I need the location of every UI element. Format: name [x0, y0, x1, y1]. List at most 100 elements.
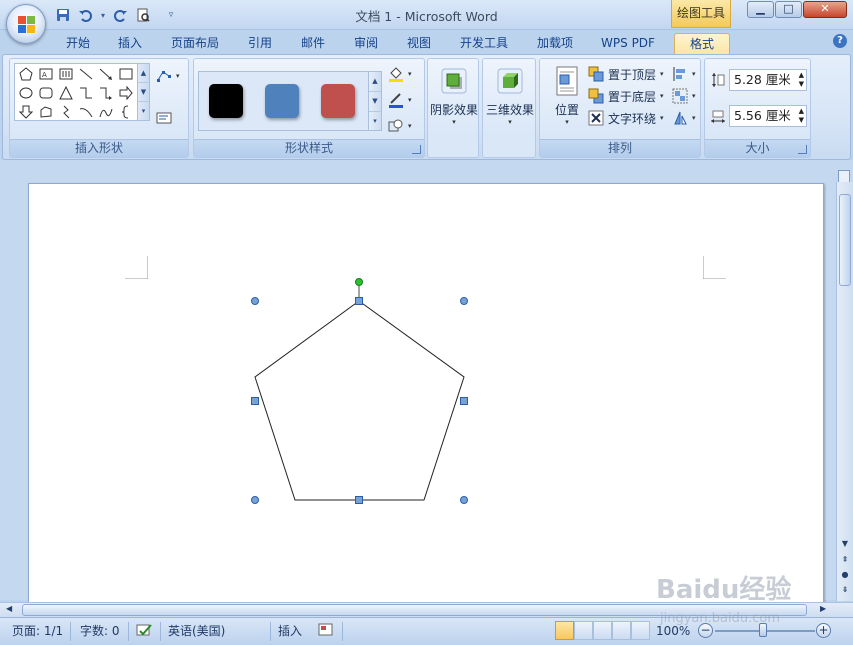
- change-shape-button[interactable]: ▾: [388, 117, 412, 135]
- side-handle-top[interactable]: [355, 297, 363, 305]
- text-wrapping-button[interactable]: 文字环绕 ▾: [588, 109, 664, 127]
- gallery-down-icon[interactable]: ▼: [138, 83, 149, 102]
- side-handle-left[interactable]: [251, 397, 259, 405]
- elbow-connector-icon[interactable]: [77, 84, 95, 102]
- svg-text:A: A: [42, 71, 47, 79]
- tab-developer[interactable]: 开发工具: [452, 33, 516, 54]
- close-button[interactable]: ✕: [803, 1, 847, 18]
- curve-shape-icon[interactable]: [77, 103, 95, 121]
- tab-review[interactable]: 审阅: [346, 33, 386, 54]
- scroll-down-arrow-icon[interactable]: ▼: [837, 539, 853, 548]
- corner-handle-top-right[interactable]: [460, 297, 468, 305]
- shape-height-input[interactable]: 5.28 厘米 ▲ ▼: [729, 69, 807, 91]
- freeform-shape-icon[interactable]: [37, 103, 55, 121]
- bring-to-front-button[interactable]: 置于顶层 ▾: [588, 65, 664, 83]
- side-handle-bottom[interactable]: [355, 496, 363, 504]
- shape-gallery[interactable]: A ▲ ▼ ▾: [14, 63, 150, 121]
- edit-shape-button[interactable]: ▾: [156, 67, 180, 85]
- style-down-icon[interactable]: ▼: [369, 92, 381, 112]
- corner-handle-bottom-right[interactable]: [460, 496, 468, 504]
- shape-width-input[interactable]: 5.56 厘米 ▲ ▼: [729, 105, 807, 127]
- scribble-shape-icon[interactable]: [97, 103, 115, 121]
- oval-shape-icon[interactable]: [17, 84, 35, 102]
- tab-insert[interactable]: 插入: [110, 33, 150, 54]
- pentagon-shape[interactable]: [254, 300, 465, 501]
- shape-styles-dialog-launcher[interactable]: [412, 145, 421, 154]
- style-gallery-scroll[interactable]: ▲ ▼ ▾: [368, 72, 381, 130]
- group-label-shape-styles: 形状样式: [194, 139, 424, 157]
- brace-shape-icon[interactable]: [117, 103, 135, 121]
- view-buttons: [555, 621, 650, 640]
- page-count-status[interactable]: 页面: 1/1: [12, 622, 63, 641]
- tab-view[interactable]: 视图: [399, 33, 439, 54]
- tab-page-layout[interactable]: 页面布局: [165, 33, 225, 54]
- minimize-button[interactable]: ▁: [747, 1, 774, 18]
- style-swatch-blue[interactable]: [265, 84, 299, 118]
- vertical-scrollbar[interactable]: ▼ ⇞ ● ⇟: [836, 182, 853, 601]
- help-icon[interactable]: ?: [833, 34, 847, 48]
- bring-to-front-icon: [588, 66, 604, 82]
- outline-view-icon[interactable]: [612, 621, 631, 640]
- rectangle-shape-icon[interactable]: [117, 65, 135, 83]
- style-up-icon[interactable]: ▲: [369, 72, 381, 92]
- corner-handle-bottom-left[interactable]: [251, 496, 259, 504]
- style-swatch-black[interactable]: [209, 84, 243, 118]
- pentagon-shape-icon[interactable]: [17, 65, 35, 83]
- full-screen-reading-view-icon[interactable]: [574, 621, 593, 640]
- macro-record-icon[interactable]: [318, 622, 333, 641]
- right-arrow-shape-icon[interactable]: [117, 84, 135, 102]
- height-spinner-icon[interactable]: ▲ ▼: [799, 71, 804, 89]
- triangle-shape-icon[interactable]: [57, 84, 75, 102]
- arrow-line-icon[interactable]: [97, 65, 115, 83]
- gallery-more-icon[interactable]: ▾: [138, 102, 149, 121]
- shape-style-gallery[interactable]: ▲ ▼ ▾: [198, 71, 382, 131]
- position-label: 位置: [554, 103, 579, 117]
- tab-mailings[interactable]: 邮件: [293, 33, 333, 54]
- print-layout-view-icon[interactable]: [555, 621, 574, 640]
- textbox-icon: [156, 110, 172, 126]
- rounded-rect-icon[interactable]: [37, 84, 55, 102]
- shape-fill-button[interactable]: ▾: [388, 65, 412, 83]
- style-swatch-red[interactable]: [321, 84, 355, 118]
- size-dialog-launcher[interactable]: [798, 145, 807, 154]
- lightning-shape-icon[interactable]: [57, 103, 75, 121]
- office-button[interactable]: [6, 4, 46, 44]
- shape-height-value: 5.28 厘米: [734, 72, 791, 87]
- group-objects-button[interactable]: ▾: [672, 87, 696, 105]
- proofing-status-icon[interactable]: [136, 622, 153, 641]
- text-box-button[interactable]: [156, 109, 172, 127]
- vertical-scroll-thumb[interactable]: [839, 194, 851, 286]
- web-layout-view-icon[interactable]: [593, 621, 612, 640]
- gallery-up-icon[interactable]: ▲: [138, 64, 149, 83]
- document-page[interactable]: [28, 183, 824, 623]
- previous-page-icon[interactable]: ⇞: [837, 555, 853, 564]
- width-spinner-icon[interactable]: ▲ ▼: [799, 107, 804, 125]
- vertical-textbox-icon[interactable]: [57, 65, 75, 83]
- style-more-icon[interactable]: ▾: [369, 112, 381, 132]
- tab-references[interactable]: 引用: [240, 33, 280, 54]
- shadow-effects-button[interactable]: 阴影效果 ▾: [429, 63, 479, 139]
- maximize-button[interactable]: □: [775, 1, 802, 18]
- corner-handle-top-left[interactable]: [251, 297, 259, 305]
- rotation-handle[interactable]: [355, 278, 363, 286]
- tab-addins[interactable]: 加载项: [530, 33, 580, 54]
- tab-format[interactable]: 格式: [674, 33, 730, 54]
- word-count-status[interactable]: 字数: 0: [80, 622, 120, 641]
- insert-mode-status[interactable]: 插入: [278, 622, 302, 641]
- tab-home[interactable]: 开始: [58, 33, 98, 54]
- rotate-button[interactable]: ▾: [672, 109, 696, 127]
- shape-outline-button[interactable]: ▾: [388, 91, 412, 109]
- tab-wps-pdf[interactable]: WPS PDF: [594, 33, 662, 54]
- textbox-shape-icon[interactable]: A: [37, 65, 55, 83]
- down-arrow-shape-icon[interactable]: [17, 103, 35, 121]
- send-to-back-button[interactable]: 置于底层 ▾: [588, 87, 664, 105]
- align-button[interactable]: ▾: [672, 65, 696, 83]
- 3d-effects-button[interactable]: 三维效果 ▾: [485, 63, 535, 139]
- position-button[interactable]: 位置 ▾: [542, 63, 592, 139]
- shape-gallery-scroll[interactable]: ▲ ▼ ▾: [137, 64, 149, 120]
- scroll-left-arrow-icon[interactable]: ◀: [6, 604, 12, 613]
- side-handle-right[interactable]: [460, 397, 468, 405]
- elbow-arrow-icon[interactable]: [97, 84, 115, 102]
- line-shape-icon[interactable]: [77, 65, 95, 83]
- language-status[interactable]: 英语(美国): [168, 622, 225, 641]
